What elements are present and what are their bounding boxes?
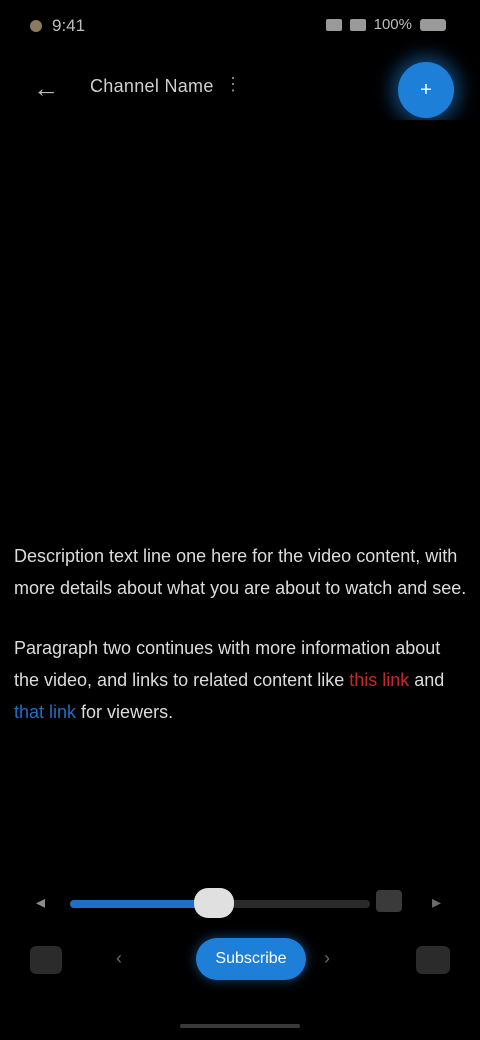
seek-bar[interactable] (70, 888, 370, 918)
more-menu-icon[interactable]: ⋮ (224, 74, 242, 95)
channel-name[interactable]: Channel Name (90, 76, 214, 97)
red-link[interactable]: this link (349, 670, 409, 690)
status-right: 100% (325, 16, 446, 33)
screen-icon[interactable] (376, 890, 402, 912)
description: Description text line one here for the v… (14, 540, 470, 756)
paragraph-2-mid: and (409, 670, 445, 690)
subscribe-button[interactable]: Subscribe (196, 938, 306, 980)
settings-icon[interactable] (416, 946, 450, 974)
status-time: 9:41 (52, 16, 86, 35)
home-indicator (180, 1024, 300, 1028)
action-row: ‹ Subscribe › (0, 932, 480, 992)
plus-icon: + (420, 78, 432, 101)
app-header: ← Channel Name ⋮ + (0, 56, 480, 120)
chevron-right-icon[interactable]: › (324, 948, 330, 969)
arrow-left-icon: ← (33, 73, 59, 103)
status-left: 9:41 (30, 16, 85, 36)
rewind-icon[interactable]: ◂ (36, 892, 45, 913)
seek-row: ◂ ▸ (0, 876, 480, 932)
paragraph-2-end: for viewers. (76, 702, 174, 722)
battery-icon (420, 18, 446, 31)
fab-button[interactable]: + (398, 62, 454, 118)
blue-link[interactable]: that link (14, 702, 76, 722)
forward-icon[interactable]: ▸ (432, 892, 441, 913)
battery-percent: 100% (373, 16, 412, 33)
seek-thumb[interactable] (194, 888, 234, 918)
notification-dot-icon (30, 20, 42, 32)
status-bar: 9:41 100% (0, 0, 480, 56)
signal-icon (325, 18, 342, 31)
description-paragraph-2: Paragraph two continues with more inform… (14, 632, 470, 728)
seek-fill (70, 900, 214, 908)
wifi-icon (349, 18, 366, 31)
playlist-icon[interactable] (30, 946, 62, 974)
chevron-left-icon[interactable]: ‹ (116, 948, 122, 969)
bottom-controls: ◂ ▸ ‹ Subscribe › (0, 876, 480, 1040)
back-button[interactable]: ← (22, 68, 70, 108)
video-area[interactable] (0, 120, 480, 530)
description-paragraph-1: Description text line one here for the v… (14, 546, 467, 598)
